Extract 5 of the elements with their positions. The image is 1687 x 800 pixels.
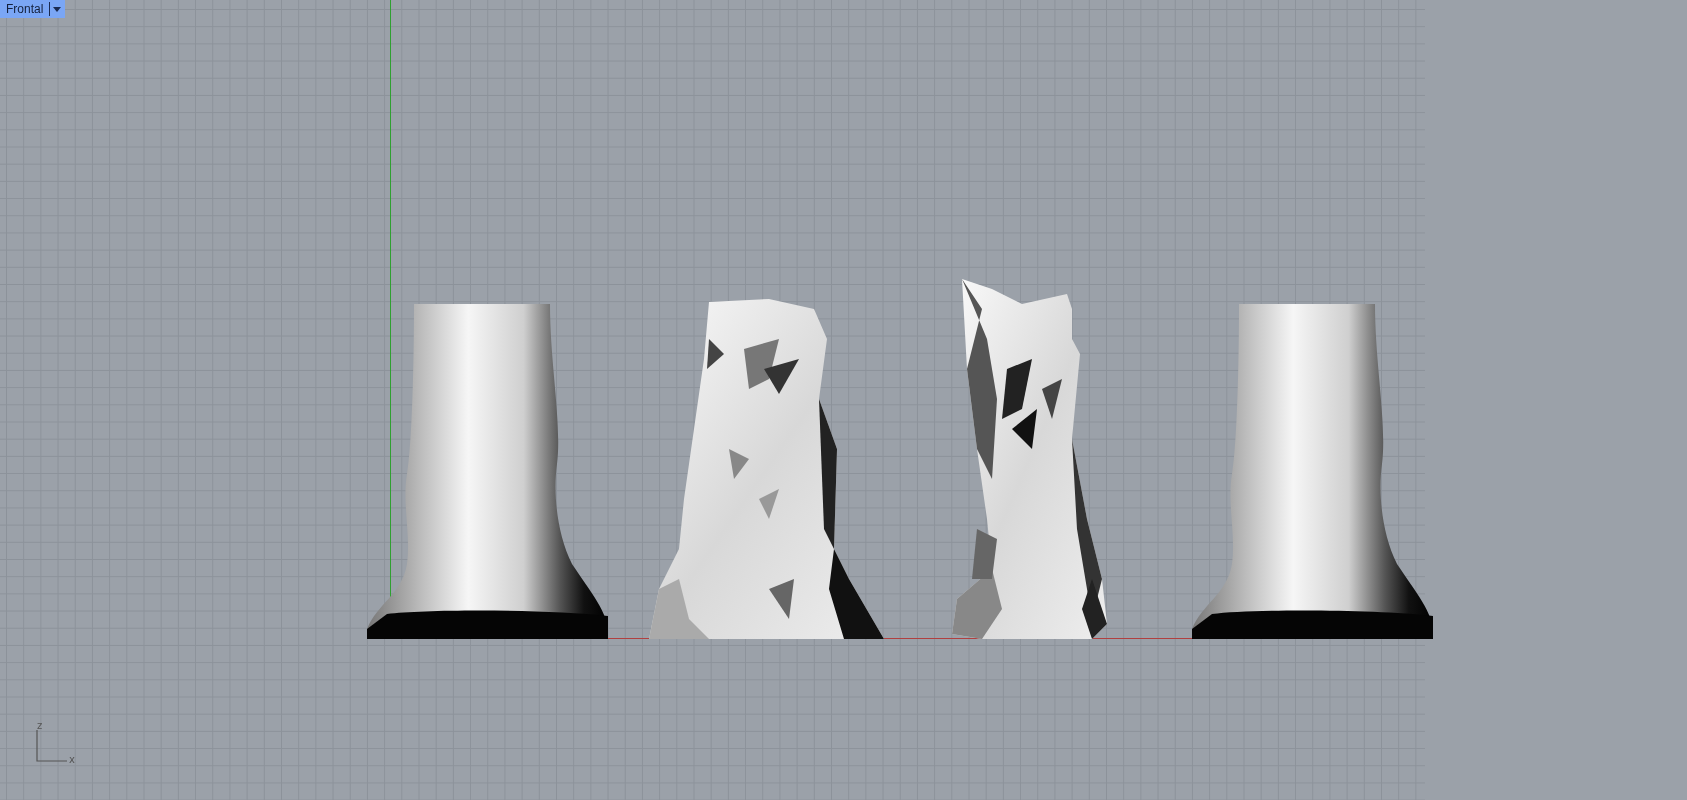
viewport-title-tab[interactable]: Frontal: [0, 0, 66, 18]
axis-label: x: [69, 754, 75, 766]
axis-indicator-icon: [36, 730, 68, 762]
axis-label: z: [37, 720, 43, 732]
caret-icon[interactable]: [53, 6, 62, 12]
